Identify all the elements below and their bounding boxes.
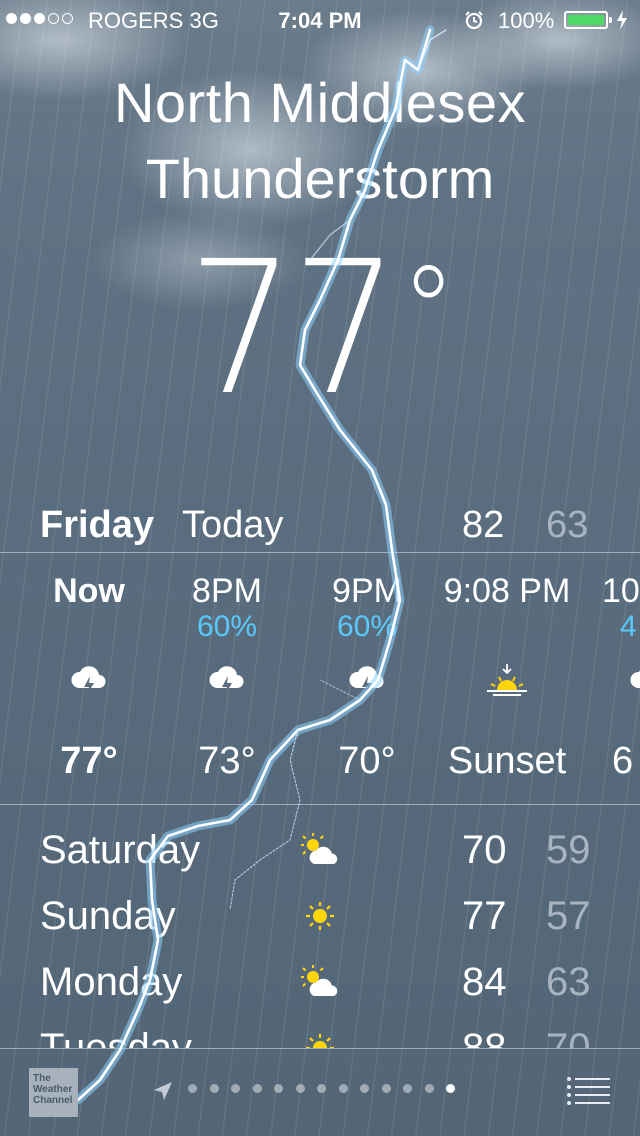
partly-cloudy-icon <box>301 965 338 996</box>
current-temperature-value: 77 <box>187 222 399 436</box>
hourly-forecast[interactable]: Now 77° 8PM 60% 73° 9PM 60% 70° 9:08 PM <box>0 552 640 804</box>
partly-cloudy-icon <box>301 833 338 864</box>
today-summary-row: Friday Today 82 63 <box>0 500 640 552</box>
page-dot[interactable] <box>424 1084 434 1093</box>
daily-high: 84 <box>462 960 507 1004</box>
page-dot-active[interactable] <box>446 1084 455 1093</box>
hour-precip: 60% <box>336 610 398 643</box>
charging-bolt-icon <box>617 10 627 30</box>
sunny-icon <box>306 902 334 930</box>
thunderstorm-icon <box>209 666 244 696</box>
daily-forecast[interactable]: Saturday 70 59 Sunday 77 57 Monday 84 63… <box>0 804 640 1048</box>
page-indicator[interactable] <box>188 1084 455 1093</box>
hour-temp: 77° <box>60 740 118 782</box>
thunderstorm-icon <box>630 670 640 688</box>
weather-channel-logo[interactable]: The Weather Channel <box>29 1068 78 1117</box>
daily-low: 59 <box>546 828 591 872</box>
today-low: 63 <box>546 504 589 546</box>
battery-icon <box>564 11 612 29</box>
current-condition: Thunderstorm <box>145 147 495 210</box>
hour-time: 9:08 PM <box>443 572 571 610</box>
hour-precip: 4 <box>620 610 637 643</box>
page-dot[interactable] <box>231 1084 240 1093</box>
page-dot[interactable] <box>274 1084 283 1093</box>
today-day: Friday <box>40 504 155 546</box>
daily-low: 57 <box>546 894 591 938</box>
hour-temp: Sunset <box>447 740 567 782</box>
hour-time: Now <box>53 572 125 610</box>
hour-time: 8PM <box>192 572 262 610</box>
daily-low: 63 <box>546 960 591 1004</box>
page-dot[interactable] <box>317 1084 326 1093</box>
hour-precip: 60% <box>196 610 258 643</box>
daily-row: Monday 84 63 <box>0 950 640 1016</box>
battery-percentage: 100% <box>498 8 555 33</box>
page-dot[interactable] <box>295 1084 305 1093</box>
page-dot[interactable] <box>188 1084 197 1093</box>
daily-day: Saturday <box>40 828 201 872</box>
hour-time: 10 <box>602 572 640 610</box>
daily-high: 70 <box>462 828 507 872</box>
daily-day: Sunday <box>40 894 176 938</box>
sunny-icon <box>306 1034 334 1048</box>
thunderstorm-icon <box>71 666 106 696</box>
bottom-toolbar: The Weather Channel <box>0 1048 640 1136</box>
location-arrow-icon[interactable] <box>152 1080 174 1102</box>
daily-day: Monday <box>40 960 183 1004</box>
daily-row: Sunday 77 57 <box>0 884 640 950</box>
page-dot[interactable] <box>338 1084 348 1093</box>
current-temperature: 77° <box>26 222 615 436</box>
degree-symbol: ° <box>401 242 456 381</box>
daily-day: Tuesday <box>40 1026 192 1048</box>
hour-temp: 70° <box>338 740 396 782</box>
daily-row: Saturday 70 59 <box>0 818 640 884</box>
today-label: Today <box>182 504 284 546</box>
daily-high: 88 <box>462 1026 507 1048</box>
list-icon[interactable] <box>566 1076 610 1106</box>
thunderstorm-icon <box>349 666 384 696</box>
status-bar: ROGERS 3G 7:04 PM 100% <box>0 0 640 40</box>
daily-row: Tuesday 88 70 <box>0 1016 640 1048</box>
page-dot[interactable] <box>360 1084 369 1093</box>
location-name: North Middlesex <box>113 71 527 134</box>
page-dot[interactable] <box>252 1084 262 1093</box>
daily-low: 70 <box>546 1026 591 1048</box>
sunset-icon <box>487 664 527 696</box>
hour-temp: 6 <box>612 740 634 782</box>
daily-high: 77 <box>462 894 507 938</box>
page-dot[interactable] <box>209 1084 219 1093</box>
hour-temp: 73° <box>198 740 256 782</box>
page-dot[interactable] <box>381 1084 391 1093</box>
hour-time: 9PM <box>332 572 402 610</box>
today-high: 82 <box>462 504 505 546</box>
page-dot[interactable] <box>403 1084 412 1093</box>
alarm-clock-icon <box>465 11 483 30</box>
